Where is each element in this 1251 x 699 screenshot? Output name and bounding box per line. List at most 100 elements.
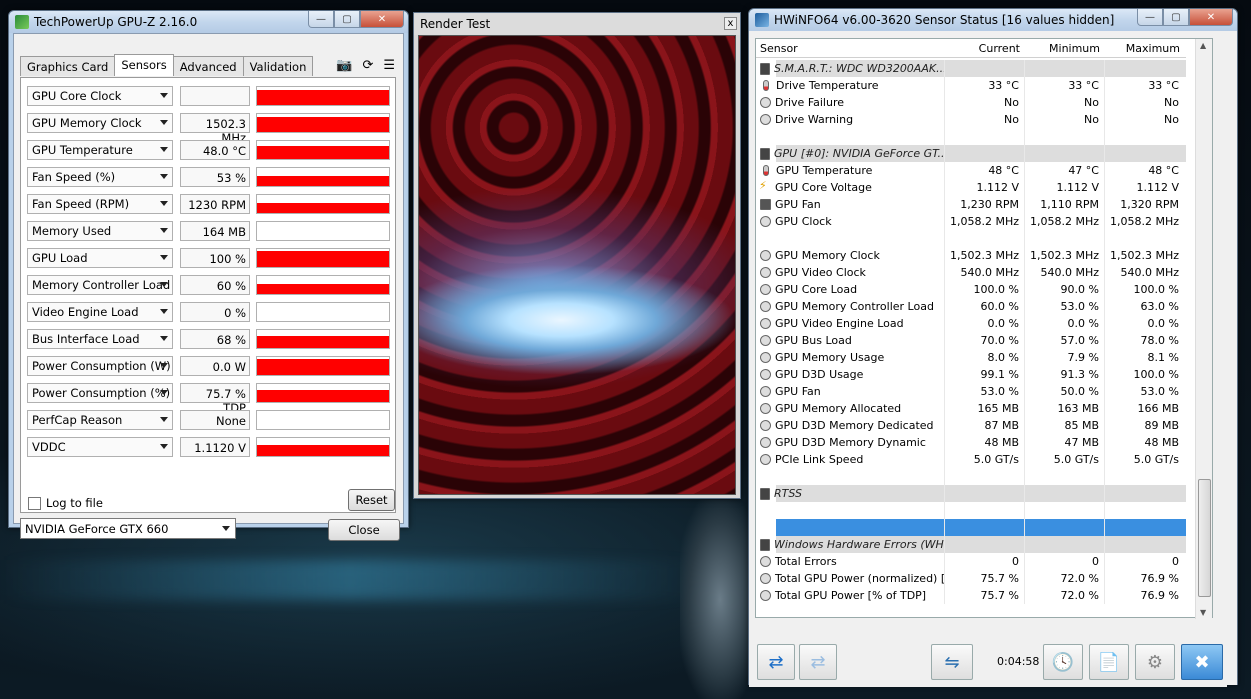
table-row[interactable]: Total Errors 0 0 0 (756, 553, 1186, 570)
minimum-value: 72.0 % (1024, 570, 1104, 587)
table-row[interactable]: Drive Warning No No No (756, 111, 1186, 128)
log-to-file-checkbox[interactable]: Log to file (28, 496, 103, 510)
chevron-down-icon (160, 120, 168, 125)
table-row[interactable]: PCIe Link Speed 5.0 GT/s 5.0 GT/s 5.0 GT/s (756, 451, 1186, 468)
gpu-select[interactable]: NVIDIA GeForce GTX 660 (20, 518, 236, 539)
table-row[interactable] (756, 502, 1186, 519)
scroll-down-icon[interactable]: ▼ (1200, 608, 1206, 617)
vertical-scrollbar[interactable]: ▲ ▼ (1195, 39, 1212, 619)
reset-button[interactable]: Reset (348, 489, 395, 511)
table-row[interactable]: GPU D3D Usage 99.1 % 91.3 % 100.0 % (756, 366, 1186, 383)
close-window-button[interactable]: ✕ (360, 11, 404, 28)
minimum-value: 47 °C (1024, 162, 1104, 179)
gpuz-app-icon (15, 15, 29, 29)
sensor-label: Total GPU Power [% of TDP] (775, 589, 927, 602)
network-sensors-button[interactable]: ⇋ (931, 644, 973, 680)
sensor-name-dropdown[interactable]: PerfCap Reason (27, 410, 173, 430)
sensor-label: GPU Fan (775, 385, 821, 398)
hw-maximize-button[interactable]: ▢ (1163, 9, 1189, 26)
table-row[interactable]: GPU Clock 1,058.2 MHz 1,058.2 MHz 1,058.2 M… (756, 213, 1186, 230)
table-row[interactable]: GPU Temperature 48 °C 47 °C 48 °C (756, 162, 1186, 179)
sensor-gauge-icon (760, 403, 771, 414)
sensor-group-row[interactable]: S.M.A.R.T.: WDC WD3200AAK... (756, 60, 1186, 77)
table-row[interactable]: GPU D3D Memory Dynamic 48 MB 47 MB 48 MB (756, 434, 1186, 451)
sensor-label: GPU Memory Controller Load (775, 300, 934, 313)
sensor-gauge-icon (760, 454, 771, 465)
settings-gear-button[interactable]: ⚙ (1135, 644, 1175, 680)
table-row[interactable]: GPU Memory Clock 1,502.3 MHz 1,502.3 MHz 1,… (756, 247, 1186, 264)
sensor-name-dropdown[interactable]: Fan Speed (RPM) (27, 194, 173, 214)
clock-reset-button[interactable]: 🕓 (1043, 644, 1083, 680)
sensor-name-dropdown[interactable]: Power Consumption (%) (27, 383, 173, 403)
sensor-name-dropdown[interactable]: GPU Load (27, 248, 173, 268)
sensor-name-dropdown[interactable]: VDDC (27, 437, 173, 457)
scroll-thumb[interactable] (1198, 479, 1211, 597)
sensor-group-row[interactable]: GPU [#0]: NVIDIA GeForce GT... (756, 145, 1186, 162)
table-row[interactable]: GPU Fan 1,230 RPM 1,110 RPM 1,320 RPM (756, 196, 1186, 213)
tab-advanced[interactable]: Advanced (172, 56, 244, 76)
table-row[interactable]: GPU Core Voltage1.112 V1.112 V1.112 V (756, 179, 1186, 196)
close-sensors-button[interactable]: ✖ (1181, 644, 1223, 680)
maximum-value: 48 °C (1104, 162, 1184, 179)
table-row[interactable]: GPU Fan 53.0 % 50.0 % 53.0 % (756, 383, 1186, 400)
refresh-icon[interactable]: ⟳ (362, 58, 373, 73)
col-maximum[interactable]: Maximum (1104, 39, 1184, 57)
sensor-name-dropdown[interactable]: GPU Temperature (27, 140, 173, 160)
sensor-group-row[interactable]: Windows Hardware Errors (WH... (756, 536, 1186, 553)
table-row[interactable]: GPU Video Clock 540.0 MHz 540.0 MHz 540.0 M… (756, 264, 1186, 281)
sensor-graph-fill (257, 336, 389, 348)
render-close-button[interactable]: x (724, 17, 737, 30)
minimum-value: 5.0 GT/s (1024, 451, 1104, 468)
col-current[interactable]: Current (944, 39, 1024, 57)
expand-arrows-button[interactable]: ⇄ (757, 644, 795, 680)
sensor-graph-fill (257, 145, 389, 159)
report-add-button[interactable]: 📄 (1089, 644, 1129, 680)
scroll-up-icon[interactable]: ▲ (1200, 41, 1206, 50)
camera-icon[interactable]: 📷 (336, 58, 352, 73)
sensor-graph (256, 194, 390, 214)
sensor-name-dropdown[interactable]: Video Engine Load (27, 302, 173, 322)
sensor-name-dropdown[interactable]: Fan Speed (%) (27, 167, 173, 187)
sensor-name-dropdown[interactable]: GPU Memory Clock (27, 113, 173, 133)
collapse-arrows-button[interactable]: ⇄ (799, 644, 837, 680)
gpuz-toolbar: 📷 ⟳ ☰ (336, 58, 395, 73)
table-row[interactable] (756, 468, 1186, 485)
tab-sensors[interactable]: Sensors (114, 54, 174, 76)
menu-icon[interactable]: ☰ (383, 58, 395, 73)
table-row[interactable] (756, 128, 1186, 145)
render-titlebar[interactable]: Render Test (414, 13, 740, 35)
tab-graphics-card[interactable]: Graphics Card (20, 56, 116, 76)
table-row[interactable]: GPU Bus Load 70.0 % 57.0 % 78.0 % (756, 332, 1186, 349)
checkbox-box[interactable] (28, 496, 41, 510)
table-row[interactable]: Total GPU Power [% of TDP] 75.7 % 72.0 % 76… (756, 587, 1186, 604)
col-minimum[interactable]: Minimum (1024, 39, 1104, 57)
sensor-name-dropdown[interactable]: Memory Used (27, 221, 173, 241)
sensor-name-dropdown[interactable]: GPU Core Clock (27, 86, 173, 106)
sensor-name-dropdown[interactable]: Memory Controller Load (27, 275, 173, 295)
table-row[interactable]: GPU Video Engine Load 0.0 % 0.0 % 0.0 % (756, 315, 1186, 332)
sensor-name-dropdown[interactable]: Bus Interface Load (27, 329, 173, 349)
hw-minimize-button[interactable]: — (1137, 9, 1163, 26)
col-sensor[interactable]: Sensor (756, 39, 944, 57)
sensor-name-dropdown[interactable]: Power Consumption (W) (27, 356, 173, 376)
minimize-button[interactable]: — (308, 11, 334, 28)
table-row[interactable]: GPU Core Load 100.0 % 90.0 % 100.0 % (756, 281, 1186, 298)
table-row[interactable] (756, 230, 1186, 247)
sensor-group-row[interactable]: RTSS (756, 485, 1186, 502)
table-row[interactable]: GPU Memory Usage 8.0 % 7.9 % 8.1 % (756, 349, 1186, 366)
minimum-value: 91.3 % (1024, 366, 1104, 383)
table-row[interactable]: GPU D3D Memory Dedicated 87 MB 85 MB 89 MB (756, 417, 1186, 434)
table-row[interactable]: Drive Failure No No No (756, 94, 1186, 111)
sensor-gauge-icon (760, 267, 771, 278)
table-row[interactable] (756, 519, 1186, 536)
close-button[interactable]: Close (328, 519, 400, 541)
table-row[interactable]: GPU Memory Controller Load 60.0 % 53.0 % 63… (756, 298, 1186, 315)
sensor-row: Fan Speed (RPM) 1230 RPM (27, 193, 390, 215)
maximize-button[interactable]: ▢ (334, 11, 360, 28)
tab-validation[interactable]: Validation (242, 56, 314, 76)
table-row[interactable]: GPU Memory Allocated 165 MB 163 MB 166 MB (756, 400, 1186, 417)
hw-close-window-button[interactable]: ✕ (1189, 9, 1233, 26)
minimum-value: 540.0 MHz (1024, 264, 1104, 281)
table-row[interactable]: Total GPU Power (normalized) [... 75.7 % 7… (756, 570, 1186, 587)
table-row[interactable]: Drive Temperature 33 °C 33 °C 33 °C (756, 77, 1186, 94)
